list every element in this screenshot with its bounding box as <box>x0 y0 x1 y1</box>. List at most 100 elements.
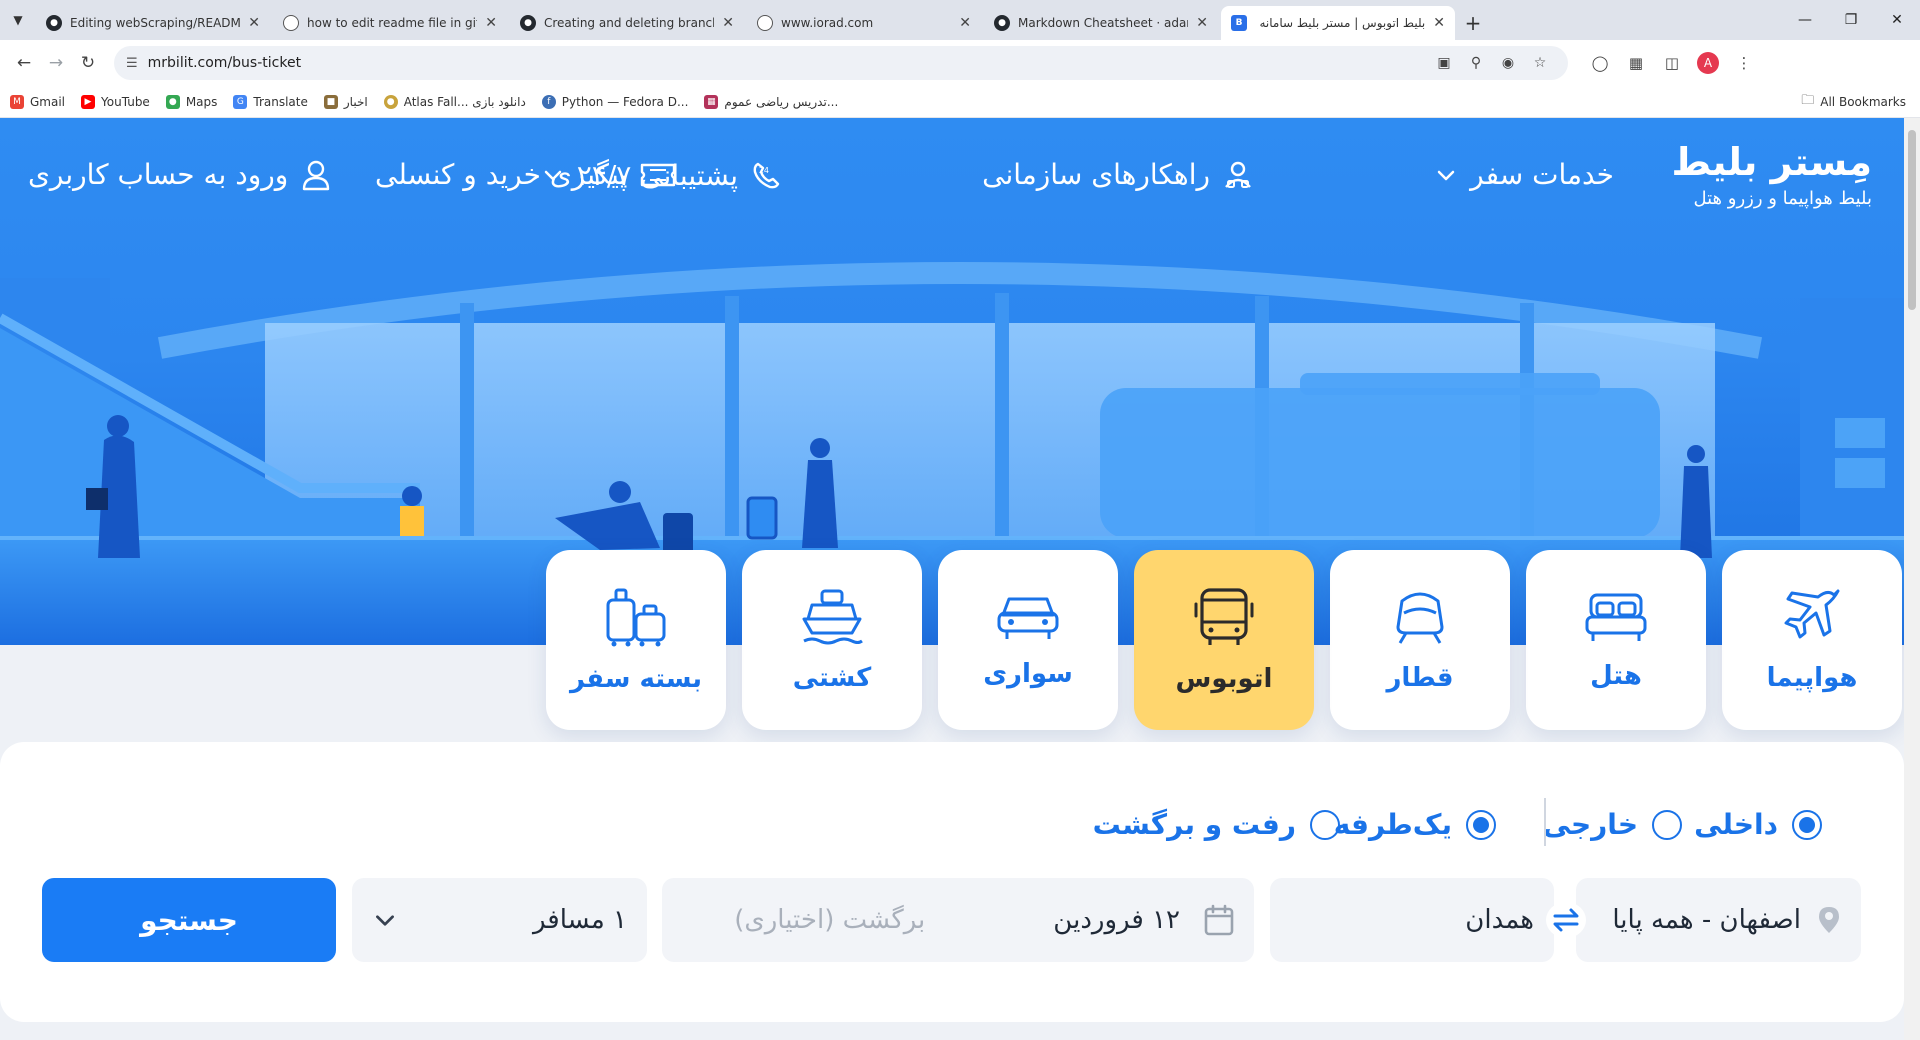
tab-5[interactable]: ● Markdown Cheatsheet · adam-p ✕ <box>984 6 1218 40</box>
all-bookmarks-button[interactable]: 🗀 All Bookmarks <box>1801 86 1906 118</box>
globe-icon <box>757 15 773 31</box>
tab-2[interactable]: how to edit readme file in github ✕ <box>273 6 507 40</box>
tab-title: بلیط اتوبوس | مستر بلیط سامانه <box>1259 16 1426 30</box>
site-header: مِستر بلیط بلیط هواپیما و رزرو هتل خدمات… <box>0 118 1904 238</box>
site-logo[interactable]: مِستر بلیط بلیط هواپیما و رزرو هتل <box>1671 140 1872 209</box>
tab-4[interactable]: www.iorad.com ✕ <box>747 6 981 40</box>
nav-corporate-solutions[interactable]: راهکارهای سازمانی <box>982 158 1254 191</box>
service-card-bus[interactable]: اتوبوس <box>1134 550 1314 730</box>
service-card-flight[interactable]: هواپیما <box>1722 550 1902 730</box>
shield-extension-icon[interactable]: ◯ <box>1582 47 1618 79</box>
radio-unchecked-icon <box>1652 809 1682 840</box>
nav-tracking[interactable]: پیگیری خرید و کنسلی <box>375 158 677 191</box>
address-bar[interactable]: ☰ mrbilit.com/bus-ticket ▣ ⚲ ◉ ☆ <box>114 46 1568 80</box>
luggage-icon <box>606 588 666 647</box>
globe-icon <box>283 15 299 31</box>
bookmark-math[interactable]: ▦ تدریس ریاضی عموم... <box>704 94 839 109</box>
ticket-icon <box>641 163 676 186</box>
new-tab-button[interactable]: + <box>1458 6 1488 40</box>
nav-travel-services[interactable]: خدمات سفر <box>1434 158 1614 191</box>
tab-6-active[interactable]: ✕ بلیط اتوبوس | مستر بلیط سامانه B <box>1221 6 1455 40</box>
radio-international[interactable]: خارجی <box>1543 808 1682 841</box>
radio-domestic[interactable]: داخلی <box>1694 808 1822 841</box>
restore-button[interactable]: ❐ <box>1828 0 1874 40</box>
bookmark-label: اخبار <box>343 94 368 109</box>
bookmark-maps[interactable]: ● Maps <box>165 94 217 109</box>
game-icon: ● <box>383 94 398 109</box>
radio-label: داخلی <box>1694 808 1778 841</box>
nav-login[interactable]: ورود به حساب کاربری <box>28 158 332 191</box>
github-icon: ● <box>46 15 62 31</box>
eye-off-icon[interactable]: ◉ <box>1492 55 1524 71</box>
profile-button[interactable]: A <box>1690 47 1726 79</box>
radio-one-way[interactable]: یک‌طرفه <box>1334 808 1496 841</box>
more-menu-icon[interactable]: ⋮ <box>1726 47 1762 79</box>
url-text: mrbilit.com/bus-ticket <box>147 55 302 71</box>
bookmark-gmail[interactable]: M Gmail <box>10 94 66 109</box>
close-icon[interactable]: ✕ <box>248 15 260 31</box>
service-card-tour-package[interactable]: بسته سفر <box>546 550 726 730</box>
service-label: کشتی <box>792 663 872 693</box>
site-info-icon[interactable]: ☰ <box>126 56 138 71</box>
star-icon[interactable]: ☆ <box>1524 55 1556 71</box>
tab-search-chevron-icon[interactable]: ▼ <box>0 0 36 40</box>
close-icon[interactable]: ✕ <box>722 15 734 31</box>
service-card-train[interactable]: قطار <box>1330 550 1510 730</box>
date-field[interactable]: ۱۲ فروردین برگشت (اختیاری) <box>662 878 1254 962</box>
tab-1[interactable]: ● Editing webScraping/README.md ✕ <box>36 6 270 40</box>
close-icon[interactable]: ✕ <box>1196 15 1208 31</box>
bookmark-youtube[interactable]: ▶ YouTube <box>81 94 150 109</box>
bookmark-label: YouTube <box>101 94 150 109</box>
bookmark-translate[interactable]: G Translate <box>233 94 308 109</box>
nav-label: راهکارهای سازمانی <box>982 158 1210 191</box>
side-panel-icon[interactable]: ◫ <box>1654 47 1690 79</box>
radio-checked-icon <box>1792 809 1822 840</box>
close-icon[interactable]: ✕ <box>959 15 971 31</box>
train-icon <box>1396 592 1444 644</box>
close-icon[interactable]: ✕ <box>485 15 497 31</box>
news-icon: ■ <box>323 94 338 109</box>
scrollbar-thumb[interactable] <box>1908 130 1916 310</box>
page-viewport: مِستر بلیط بلیط هواپیما و رزرو هتل خدمات… <box>0 118 1920 1040</box>
bookmark-python-fedora[interactable]: f Python — Fedora D... <box>541 94 689 109</box>
install-app-icon[interactable]: ▣ <box>1428 55 1460 71</box>
close-window-button[interactable]: ✕ <box>1874 0 1920 40</box>
window-controls: — ❐ ✕ <box>1782 0 1920 40</box>
bookmark-label: Python — Fedora D... <box>561 94 689 109</box>
logo-tagline: بلیط هواپیما و رزرو هتل <box>1693 188 1872 209</box>
forward-button[interactable]: → <box>40 47 72 79</box>
service-label: هواپیما <box>1766 663 1858 693</box>
radio-label: یک‌طرفه <box>1333 808 1452 841</box>
close-icon[interactable]: ✕ <box>1433 15 1445 31</box>
reload-button[interactable]: ↻ <box>72 47 104 79</box>
return-date-placeholder[interactable]: برگشت (اختیاری) <box>734 905 925 935</box>
destination-field[interactable]: همدان <box>1270 878 1554 962</box>
bookmark-news[interactable]: ■ اخبار <box>323 94 368 109</box>
logo-text: مِستر بلیط <box>1671 140 1872 184</box>
gmail-icon: M <box>10 94 24 109</box>
zoom-icon[interactable]: ⚲ <box>1460 55 1492 71</box>
service-card-hotel[interactable]: هتل <box>1526 550 1706 730</box>
chevron-down-icon <box>376 915 394 926</box>
location-pin-icon <box>1819 907 1839 933</box>
car-icon <box>997 597 1059 639</box>
page-scrollbar[interactable] <box>1904 118 1920 1040</box>
swap-button[interactable] <box>1546 902 1586 938</box>
bookmark-label: Gmail <box>30 94 66 109</box>
all-bookmarks-label: All Bookmarks <box>1820 95 1906 109</box>
origin-field[interactable]: اصفهان - همه پایا <box>1576 878 1861 962</box>
nav-label: ورود به حساب کاربری <box>28 158 289 191</box>
radio-checked-icon <box>1466 809 1496 840</box>
tab-3[interactable]: ● Creating and deleting branches ✕ <box>510 6 744 40</box>
extensions-puzzle-icon[interactable]: ▦ <box>1618 47 1654 79</box>
destination-value: همدان <box>1465 905 1534 935</box>
bookmark-atlas[interactable]: ● Atlas Fall... دانلود بازی <box>383 94 526 109</box>
minimize-button[interactable]: — <box>1782 0 1828 40</box>
service-card-car[interactable]: سواری <box>938 550 1118 730</box>
passengers-field[interactable]: ۱ مسافر <box>352 878 647 962</box>
service-card-ship[interactable]: کشتی <box>742 550 922 730</box>
radio-round-trip[interactable]: رفت و برگشت <box>1093 808 1340 841</box>
bookmark-label: تدریس ریاضی عموم... <box>724 94 839 109</box>
back-button[interactable]: ← <box>8 47 40 79</box>
search-button[interactable]: جستجو <box>42 878 336 962</box>
